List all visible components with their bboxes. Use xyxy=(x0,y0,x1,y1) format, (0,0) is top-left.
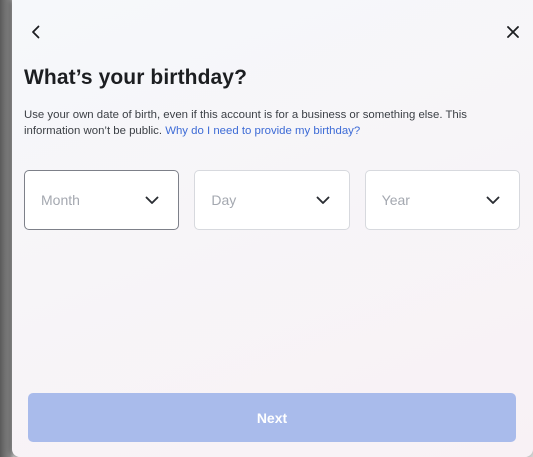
day-placeholder: Day xyxy=(211,192,237,208)
chevron-down-icon xyxy=(145,196,159,204)
year-select[interactable]: Year xyxy=(364,170,520,230)
close-icon xyxy=(507,26,519,38)
chevron-down-icon xyxy=(486,196,500,204)
day-select[interactable]: Day xyxy=(194,170,350,230)
month-placeholder: Month xyxy=(41,192,80,208)
next-button-label: Next xyxy=(256,409,288,426)
chevron-down-icon xyxy=(316,196,330,204)
back-button[interactable] xyxy=(22,18,50,46)
next-button[interactable]: Next xyxy=(28,393,516,442)
year-placeholder: Year xyxy=(381,192,410,208)
month-select[interactable]: Month xyxy=(24,170,180,230)
birthday-selects: Month Day Year xyxy=(24,170,520,230)
close-button[interactable] xyxy=(499,18,527,46)
birthday-dialog: What’s your birthday? Use your own date … xyxy=(12,0,533,457)
birthday-help-link[interactable]: Why do I need to provide my birthday? xyxy=(165,125,360,137)
dialog-description: Use your own date of birth, even if this… xyxy=(24,107,524,139)
dialog-title: What’s your birthday? xyxy=(24,66,247,89)
chevron-left-icon xyxy=(32,25,40,39)
